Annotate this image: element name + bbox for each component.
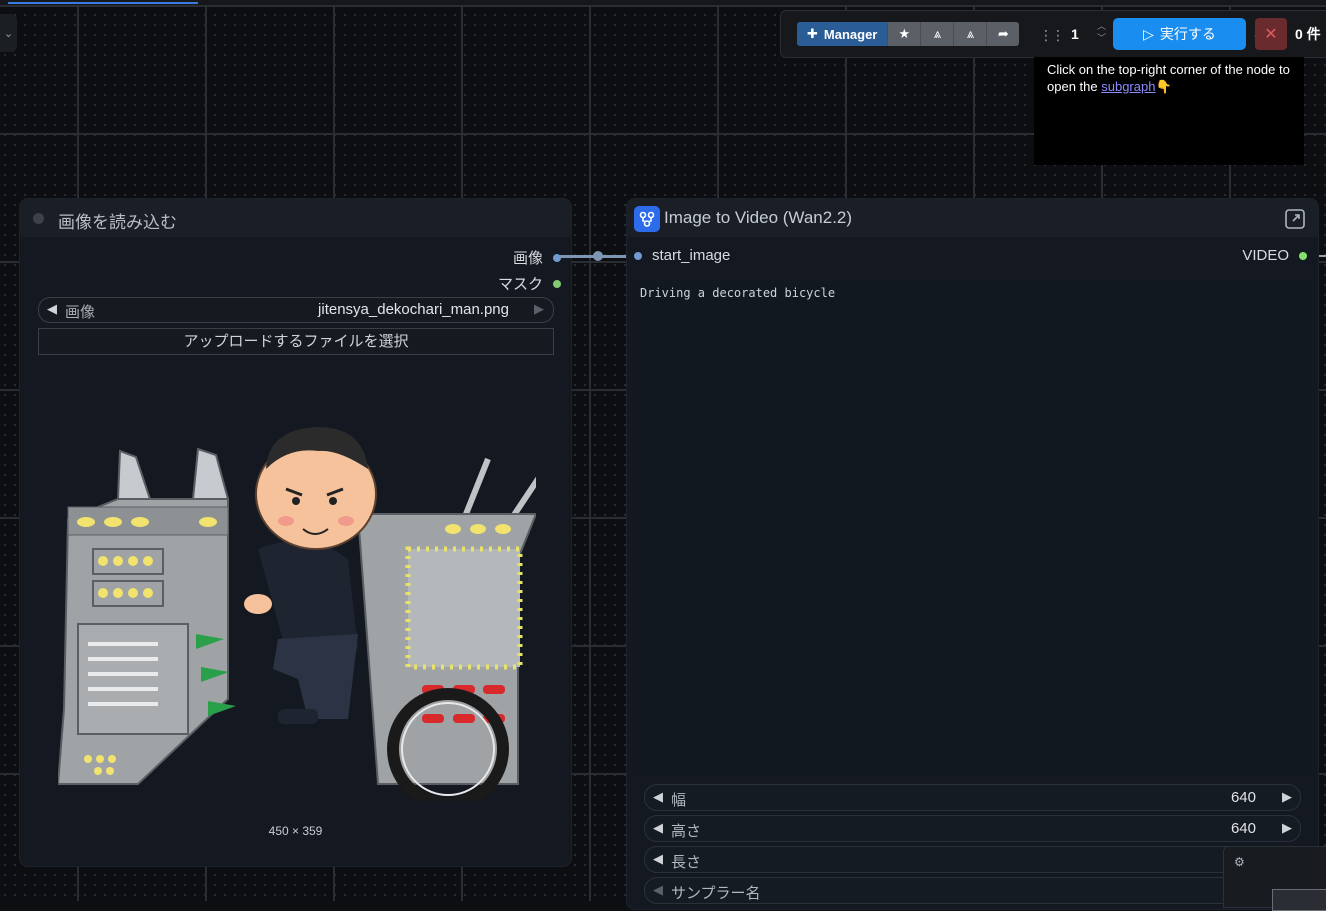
- widget-label: 長さ: [671, 854, 702, 871]
- node-title-bar[interactable]: Image to Video (Wan2.2): [627, 199, 1318, 237]
- manager-button[interactable]: ✚ Manager: [797, 22, 888, 46]
- arrow-left-icon[interactable]: ◀: [653, 882, 663, 898]
- widget-label: 画像: [65, 304, 96, 321]
- arrow-right-icon[interactable]: ▶: [1282, 789, 1292, 805]
- image-combo-widget[interactable]: ◀ 画像 jitensya_dekochari_man.png ▶: [38, 297, 554, 323]
- node-title: Image to Video (Wan2.2): [664, 208, 853, 227]
- play-icon: ▷: [1143, 25, 1154, 42]
- close-icon: ✕: [1264, 26, 1278, 43]
- arrow-left-icon[interactable]: ◀: [653, 820, 663, 836]
- model-a-icon[interactable]: ⩓: [920, 22, 954, 46]
- image-preview: [58, 427, 536, 801]
- batch-stepper[interactable]: ︿ ﹀: [1097, 20, 1106, 44]
- length-widget[interactable]: ◀ 長さ: [644, 846, 1301, 873]
- model-b-icon[interactable]: ⩓: [953, 22, 987, 46]
- image-to-video-node[interactable]: Image to Video (Wan2.2) start_image VIDE…: [627, 199, 1318, 909]
- manager-label: Manager: [823, 26, 878, 42]
- sampler-name-widget[interactable]: ◀ サンプラー名: [644, 877, 1301, 904]
- run-label: 実行する: [1159, 26, 1216, 42]
- prompt-textarea[interactable]: Driving a decorated bicycle: [638, 285, 1306, 771]
- upload-button[interactable]: アップロードするファイルを選択: [38, 328, 554, 355]
- widget-value: 640: [1230, 820, 1256, 837]
- cancel-run-button[interactable]: ✕: [1255, 18, 1287, 50]
- settings-sliders-icon[interactable]: ⚙: [1234, 855, 1248, 869]
- input-start-image[interactable]: start_image: [634, 247, 730, 264]
- subgraph-link[interactable]: subgraph: [1101, 79, 1155, 94]
- arrow-right-icon[interactable]: ▶: [1282, 820, 1292, 836]
- node-title-bar[interactable]: 画像を読み込む: [20, 199, 571, 237]
- chevron-down-icon[interactable]: ﹀: [1097, 33, 1106, 43]
- output-mask[interactable]: マスク: [498, 273, 561, 294]
- link-midpoint[interactable]: [593, 251, 603, 261]
- input-label: start_image: [652, 247, 731, 264]
- output-label: VIDEO: [1242, 247, 1289, 264]
- arrow-left-icon[interactable]: ◀: [47, 301, 57, 317]
- width-widget[interactable]: ◀ 幅 640 ▶: [644, 784, 1301, 811]
- chevron-down-icon[interactable]: ⌄: [0, 14, 17, 52]
- collapse-dot-icon[interactable]: [33, 213, 44, 224]
- arrow-left-icon[interactable]: ◀: [653, 789, 663, 805]
- output-socket-icon[interactable]: [553, 279, 561, 288]
- output-wire: [1318, 255, 1326, 257]
- pointing-down-icon: 👇: [1155, 79, 1172, 94]
- widget-value: 640: [1230, 789, 1256, 806]
- widget-value: jitensya_dekochari_man.png: [318, 301, 509, 318]
- puzzle-icon: ✚: [807, 26, 818, 41]
- output-socket-icon[interactable]: [1299, 251, 1307, 260]
- widget-label: サンプラー名: [671, 885, 761, 902]
- image-dimensions: 450 × 359: [268, 824, 323, 838]
- arrow-right-icon[interactable]: ▶: [534, 301, 544, 317]
- queue-status: 0 件: [1295, 26, 1321, 42]
- output-label: 画像: [512, 250, 543, 267]
- share-icon[interactable]: ➦: [986, 22, 1020, 46]
- action-toolbar: ✚ Manager ★ ⩓ ⩓ ➦ ⋮⋮ 1 ︿﹀ ▷ 実行する ⌄ ✕ 0 件: [780, 10, 1326, 58]
- widget-label: 幅: [671, 792, 687, 809]
- active-tab-indicator: [8, 2, 198, 4]
- subgraph-tooltip: Click on the top-right corner of the nod…: [1034, 57, 1304, 165]
- tab-strip: [0, 0, 1326, 5]
- minimap-panel: ⚙: [1223, 846, 1326, 911]
- manager-group: ✚ Manager ★ ⩓ ⩓ ➦: [797, 22, 1020, 46]
- height-widget[interactable]: ◀ 高さ 640 ▶: [644, 815, 1301, 842]
- widget-label: 高さ: [671, 823, 702, 840]
- output-video[interactable]: VIDEO: [1242, 247, 1307, 264]
- node-title: 画像を読み込む: [58, 213, 177, 232]
- input-socket-icon[interactable]: [634, 251, 642, 260]
- output-label: マスク: [497, 276, 543, 293]
- subgraph-icon: [634, 206, 660, 232]
- load-image-node[interactable]: 画像を読み込む 画像 マスク ◀ 画像 jitensya_dekochari_m…: [20, 199, 571, 866]
- chevron-up-icon[interactable]: ︿: [1097, 21, 1106, 31]
- batch-count-input[interactable]: 1: [1053, 19, 1103, 49]
- minimap-view[interactable]: [1272, 889, 1326, 911]
- star-icon[interactable]: ★: [887, 22, 921, 46]
- output-image[interactable]: 画像: [513, 247, 561, 268]
- run-button[interactable]: ▷ 実行する: [1113, 18, 1246, 50]
- arrow-left-icon[interactable]: ◀: [653, 851, 663, 867]
- open-subgraph-icon[interactable]: [1284, 208, 1306, 230]
